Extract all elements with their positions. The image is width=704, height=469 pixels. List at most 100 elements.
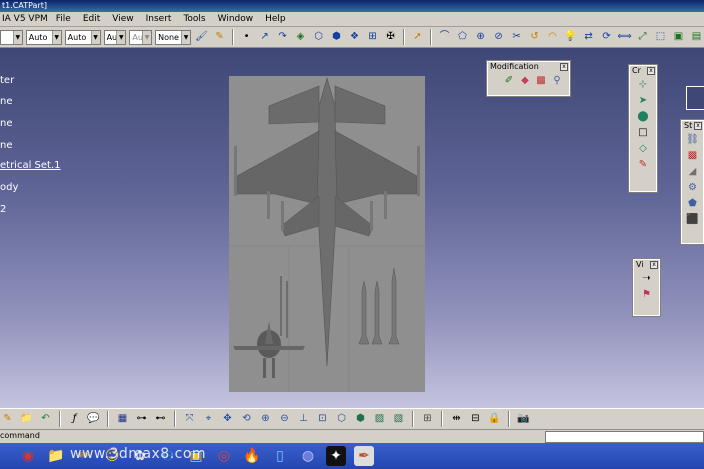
sphere-icon[interactable]: ⬤ [636,110,650,124]
affinity-icon[interactable]: ⬚ [653,30,668,45]
target-icon[interactable]: ◎ [214,446,234,466]
tree-icon[interactable]: ⊶ [134,412,149,427]
media-icon[interactable]: ◍ [298,446,318,466]
line-icon[interactable]: ↗ [257,30,272,45]
lock-icon[interactable]: 🔒 [487,412,502,427]
menu-window[interactable]: Window [218,14,254,24]
join-icon[interactable]: ⊕ [473,30,488,45]
color-combo[interactable]: ▼ [0,29,23,45]
3d-viewport[interactable]: ter ne ne ne etrical Set.1 ody 2 Modific… [0,48,704,408]
sweep-icon[interactable]: ❖ [347,30,362,45]
close-icon[interactable]: x [694,122,702,130]
layer-combo[interactable]: None ▼ [155,29,192,45]
iso-view-icon[interactable]: ⬡ [334,412,349,427]
trim-icon[interactable]: ✂ [509,30,524,45]
hide-show-icon[interactable]: ▨ [372,412,387,427]
spec-tree-item-geometrical-set[interactable]: etrical Set.1 [0,160,61,171]
line-type-combo[interactable]: Aut ▼ [103,29,127,45]
zoom-area-icon[interactable]: ⌖ [201,412,216,427]
scale-icon[interactable]: ⤢ [635,30,650,45]
table-icon[interactable]: ▦ [115,412,130,427]
measure-icon[interactable]: ⊞ [420,412,435,427]
menu-edit[interactable]: Edit [83,14,100,24]
cube-icon[interactable]: ▩ [534,74,548,88]
menu-help[interactable]: Help [265,14,286,24]
boundary-icon[interactable]: ▣ [671,30,686,45]
rotate-view-icon[interactable]: ⟲ [239,412,254,427]
point-creation-icon[interactable]: ⊹ [636,78,650,92]
cube-red-icon[interactable]: ▩ [686,149,700,163]
light-icon[interactable]: 💡 [563,30,578,45]
constraint-icon[interactable]: ⊟ [468,412,483,427]
wedge-icon[interactable]: ◢ [686,165,700,179]
explorer-icon[interactable]: 📁 [46,446,66,466]
camera-icon[interactable]: 📷 [516,412,531,427]
spacing-icon[interactable]: ⇹ [449,412,464,427]
spec-tree-item[interactable]: ter [0,75,14,86]
zoom-in-icon[interactable]: ⊕ [258,412,273,427]
spec-tree-item[interactable]: ne [0,96,13,107]
folder-icon[interactable]: 📁 [19,412,34,427]
rotate-icon[interactable]: ⟳ [599,30,614,45]
command-input[interactable] [545,431,704,443]
undo-icon[interactable]: ↶ [38,412,53,427]
formula-icon[interactable]: ƒ [67,412,82,427]
styling-toolbar-title[interactable]: St x [682,121,703,131]
spec-tree-item[interactable]: ne [0,118,13,129]
mesh-icon[interactable]: ◆ [518,74,532,88]
revolve-icon[interactable]: ⬢ [329,30,344,45]
point-icon[interactable]: • [239,30,254,45]
close-icon[interactable]: x [647,67,655,75]
swap-visible-icon[interactable]: ▧ [391,412,406,427]
rectangle-icon[interactable]: □ [636,126,650,140]
compass-widget[interactable] [686,86,704,110]
shading-icon[interactable]: ⬢ [353,412,368,427]
compass-icon[interactable]: ✠ [383,30,398,45]
firefox-icon[interactable]: 🔥 [242,446,262,466]
point-symbol-combo[interactable]: Aut ▼ [129,29,153,45]
view-toolbar-title[interactable]: Vi x [634,260,659,270]
split-icon[interactable]: ⊘ [491,30,506,45]
shape-icon[interactable]: ⬟ [686,197,700,211]
box-icon[interactable]: ⬛ [686,213,700,227]
spec-tree-item[interactable]: ody [0,182,18,193]
surface-icon[interactable]: ⬠ [455,30,470,45]
translate-icon[interactable]: ⇄ [581,30,596,45]
gear-icon[interactable]: ⚙ [686,181,700,195]
select-arrow-icon[interactable]: ➚ [410,30,425,45]
close-icon[interactable]: x [650,261,658,269]
edit-icon[interactable]: ✐ [502,74,516,88]
normal-view-icon[interactable]: ⊥ [296,412,311,427]
curve-icon[interactable]: ↷ [275,30,290,45]
transparency-combo[interactable]: Auto ▼ [25,29,62,45]
cone-icon[interactable]: ◇ [636,142,650,156]
multi-view-icon[interactable]: ⊡ [315,412,330,427]
extract-icon[interactable]: ▤ [689,30,704,45]
zoom-out-icon[interactable]: ⊖ [277,412,292,427]
paint-brush-icon[interactable]: 🖌 [194,30,209,45]
line-thickness-combo[interactable]: Auto ▼ [64,29,101,45]
fit-all-icon[interactable]: ⤧ [182,412,197,427]
catia-icon[interactable]: ✦ [326,446,346,466]
flag-icon[interactable]: ⚑ [640,288,654,302]
symmetry-icon[interactable]: ⟺ [617,30,632,45]
close-icon[interactable]: x [560,63,568,71]
fill-icon[interactable]: ⊞ [365,30,380,45]
spec-tree-item[interactable]: 2 [0,204,6,215]
menu-tools[interactable]: Tools [183,14,205,24]
magnify-icon[interactable]: ⚲ [550,74,564,88]
brush-icon[interactable]: ✎ [636,158,650,172]
pan-view-icon[interactable]: ✥ [220,412,235,427]
hierarchy-icon[interactable]: ⊷ [153,412,168,427]
arrow-icon[interactable]: ➤ [636,94,650,108]
comment-icon[interactable]: 💬 [86,412,101,427]
pencil-icon[interactable]: ✎ [212,30,227,45]
phone-icon[interactable]: ▯ [270,446,290,466]
fillet-icon[interactable]: ◠ [545,30,560,45]
pencil-icon[interactable]: ✎ [0,412,15,427]
brush-icon[interactable]: ✒ [354,446,374,466]
menu-insert[interactable]: Insert [146,14,172,24]
opera-icon[interactable]: ◉ [18,446,38,466]
creation-toolbar-title[interactable]: Cr x [630,66,656,76]
chain-icon[interactable]: ⛓ [686,133,700,147]
